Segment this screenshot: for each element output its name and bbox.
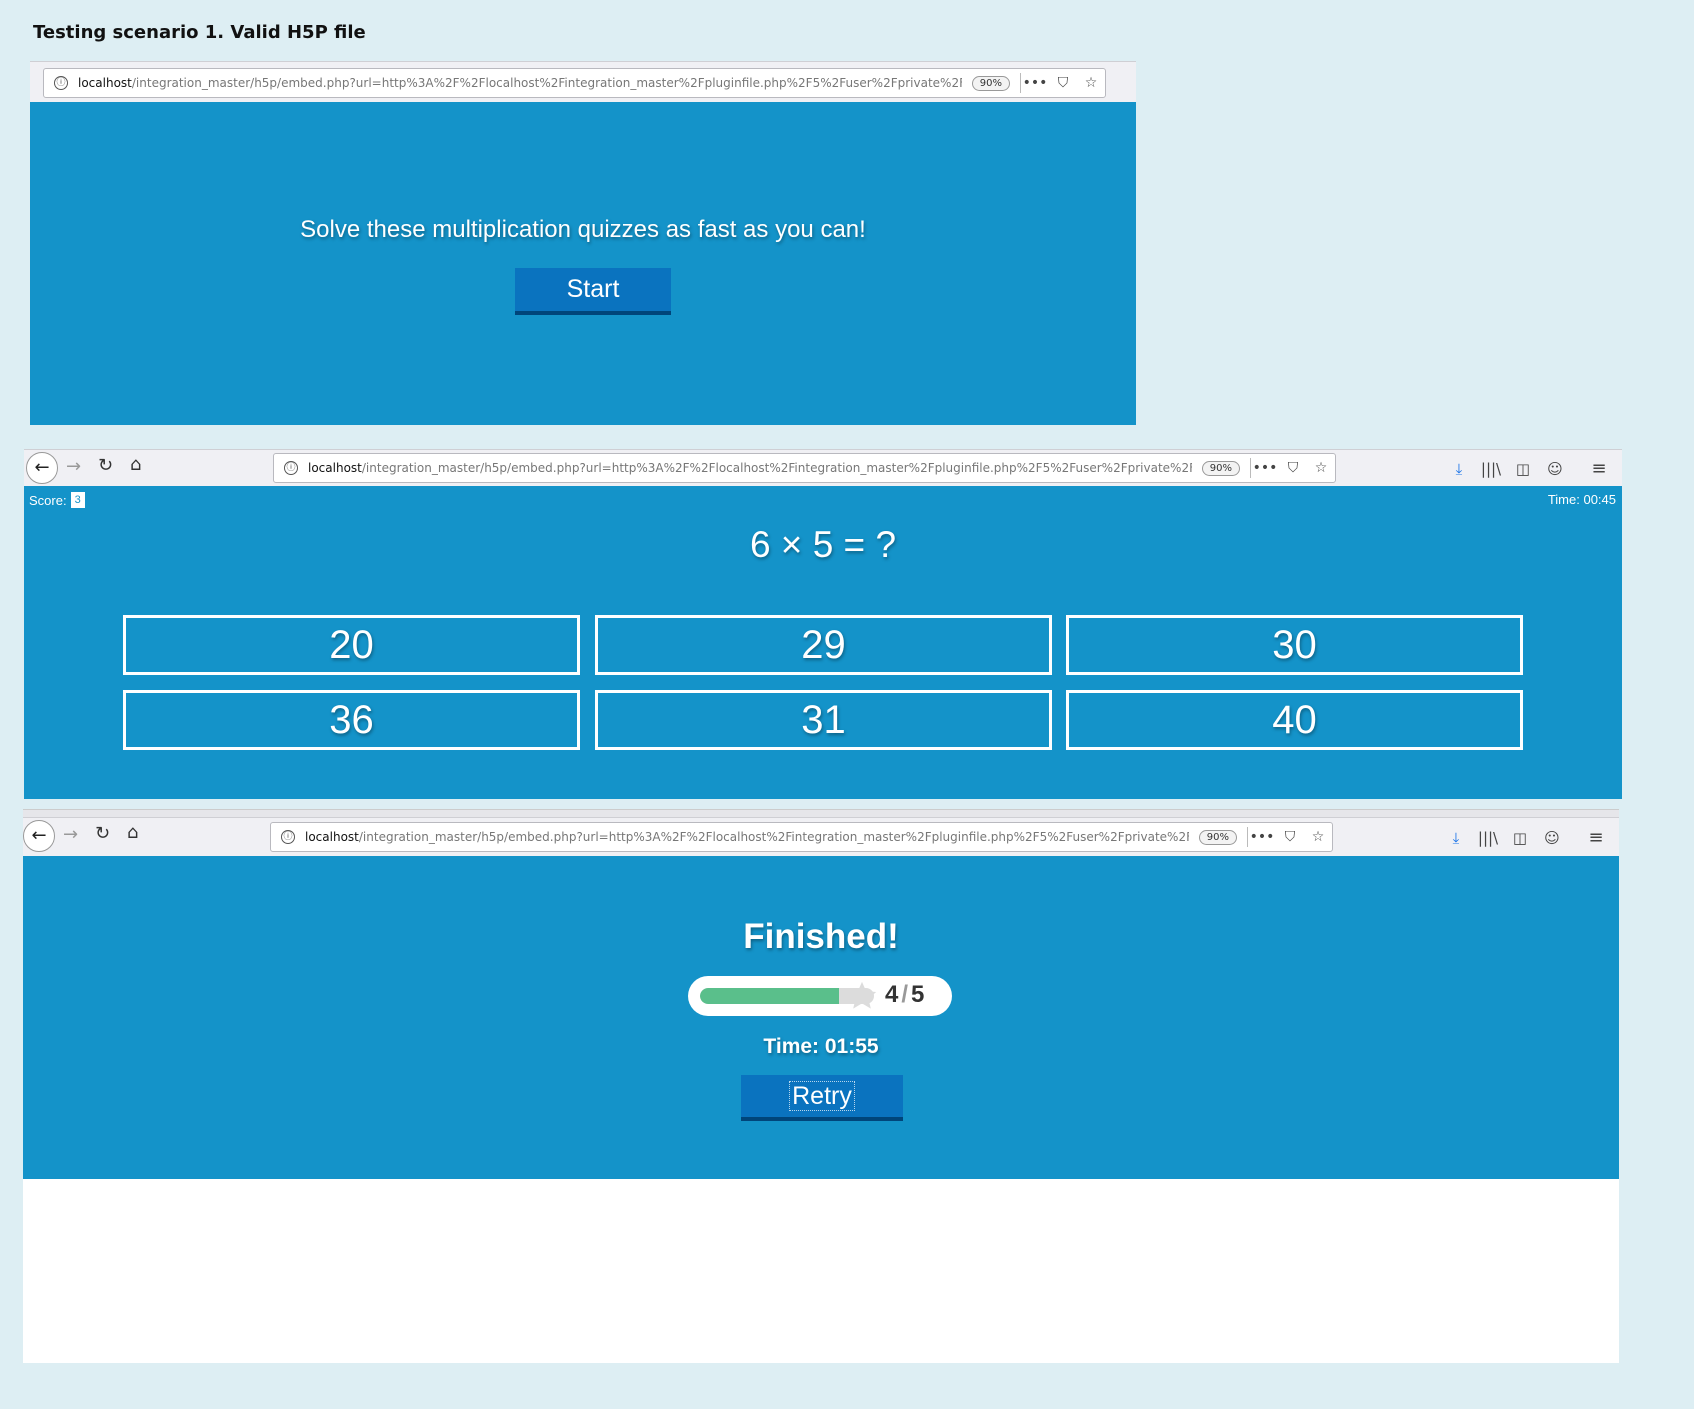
sidebar-icon[interactable]: ◫ (1509, 829, 1531, 847)
question-text: 6 × 5 = ? (749, 524, 897, 565)
url-text[interactable]: localhost/integration_master/h5p/embed.p… (305, 830, 1189, 844)
score-value: 4 (885, 981, 899, 1008)
forward-icon[interactable]: → (66, 456, 81, 477)
menu-icon[interactable]: ≡ (1588, 458, 1610, 479)
zoom-badge[interactable]: 90% (1201, 460, 1240, 476)
home-icon[interactable]: ⌂ (130, 454, 141, 475)
info-icon[interactable]: ⓘ (281, 830, 295, 844)
bookmark-star-icon[interactable]: ☆ (1304, 829, 1332, 845)
answer-option[interactable]: 31 (595, 690, 1052, 750)
url-bar[interactable]: ⓘ localhost/integration_master/h5p/embed… (43, 68, 1106, 98)
timer: Time: 00:45 (1547, 492, 1616, 507)
url-text[interactable]: localhost/integration_master/h5p/embed.p… (308, 461, 1192, 475)
url-host: localhost (308, 461, 362, 475)
h5p-content-start: Solve these multiplication quizzes as fa… (30, 102, 1136, 425)
star-icon (844, 979, 880, 1013)
finish-time: Time: 01:55 (763, 1035, 879, 1058)
browser-toolbar: ⓘ localhost/integration_master/h5p/embed… (30, 61, 1136, 103)
score-label: Score: (29, 492, 67, 508)
zoom-badge[interactable]: 90% (971, 75, 1010, 91)
score-text: 4/5 (885, 981, 924, 1009)
zoom-badge[interactable]: 90% (1198, 829, 1237, 845)
account-icon[interactable]: ☺ (1544, 460, 1566, 478)
library-icon[interactable]: |||\ (1480, 460, 1502, 478)
score-separator: / (901, 981, 909, 1008)
url-bar[interactable]: ⓘ localhost/integration_master/h5p/embed… (273, 453, 1336, 483)
h5p-content-quiz: Score: 3 Time: 00:45 6 × 5 = ? 20 29 30 … (24, 486, 1622, 799)
answer-option[interactable]: 20 (123, 615, 580, 675)
bookmark-star-icon[interactable]: ☆ (1077, 75, 1105, 91)
score-value: 3 (70, 492, 85, 508)
account-icon[interactable]: ☺ (1541, 829, 1563, 847)
answer-option[interactable]: 29 (595, 615, 1052, 675)
answer-option[interactable]: 40 (1066, 690, 1523, 750)
url-host: localhost (78, 76, 132, 90)
toolbar-right-icons: ⤓ |||\ ◫ ☺ ≡ (1445, 827, 1607, 848)
home-icon[interactable]: ⌂ (127, 822, 138, 843)
back-icon[interactable]: ← (23, 820, 55, 852)
intro-text: Solve these multiplication quizzes as fa… (300, 216, 866, 243)
more-actions-icon[interactable]: ••• (1251, 460, 1279, 476)
bookmark-star-icon[interactable]: ☆ (1307, 460, 1335, 476)
answer-option[interactable]: 36 (123, 690, 580, 750)
retry-label: Retry (789, 1081, 855, 1111)
document-title: Testing scenario 1. Valid H5P file (33, 22, 366, 43)
finished-title: Finished! (743, 917, 899, 956)
library-icon[interactable]: |||\ (1477, 829, 1499, 847)
pocket-icon[interactable]: ⛉ (1276, 829, 1304, 845)
url-path: /integration_master/h5p/embed.php?url=ht… (361, 461, 1192, 475)
download-icon[interactable]: ⤓ (1448, 460, 1470, 478)
url-path: /integration_master/h5p/embed.php?url=ht… (358, 830, 1189, 844)
url-path: /integration_master/h5p/embed.php?url=ht… (131, 76, 962, 90)
forward-icon[interactable]: → (63, 824, 78, 845)
info-icon[interactable]: ⓘ (54, 76, 68, 90)
more-actions-icon[interactable]: ••• (1021, 75, 1049, 91)
start-button[interactable]: Start (515, 268, 671, 315)
info-icon[interactable]: ⓘ (284, 461, 298, 475)
h5p-content-finished: Finished! 4/5 Time: 01:55 Retry (23, 856, 1619, 1179)
browser-toolbar: ← → ↻ ⌂ ⓘ localhost/integration_master/h… (23, 817, 1619, 857)
download-icon[interactable]: ⤓ (1445, 829, 1467, 847)
pocket-icon[interactable]: ⛉ (1279, 460, 1307, 476)
toolbar-right-icons: ⤓ |||\ ◫ ☺ ≡ (1448, 458, 1610, 479)
sidebar-icon[interactable]: ◫ (1512, 460, 1534, 478)
reload-icon[interactable]: ↻ (98, 455, 113, 476)
browser-window-start: ⓘ localhost/integration_master/h5p/embed… (30, 61, 1136, 425)
url-host: localhost (305, 830, 359, 844)
more-actions-icon[interactable]: ••• (1248, 829, 1276, 845)
answer-option[interactable]: 30 (1066, 615, 1523, 675)
browser-toolbar: ← → ↻ ⌂ ⓘ localhost/integration_master/h… (24, 449, 1622, 487)
retry-button[interactable]: Retry (741, 1075, 903, 1121)
score-indicator: Score: 3 (29, 492, 85, 508)
score-progress-fill (700, 988, 840, 1004)
score-bar: 4/5 (688, 976, 952, 1016)
menu-icon[interactable]: ≡ (1585, 827, 1607, 848)
pocket-icon[interactable]: ⛉ (1049, 75, 1077, 91)
url-text[interactable]: localhost/integration_master/h5p/embed.p… (78, 76, 962, 90)
score-max: 5 (911, 981, 925, 1008)
back-icon[interactable]: ← (26, 452, 58, 484)
browser-window-finished: ← → ↻ ⌂ ⓘ localhost/integration_master/h… (23, 809, 1619, 1363)
browser-window-quiz: ← → ↻ ⌂ ⓘ localhost/integration_master/h… (24, 449, 1622, 799)
url-bar[interactable]: ⓘ localhost/integration_master/h5p/embed… (270, 822, 1333, 852)
reload-icon[interactable]: ↻ (95, 823, 110, 844)
